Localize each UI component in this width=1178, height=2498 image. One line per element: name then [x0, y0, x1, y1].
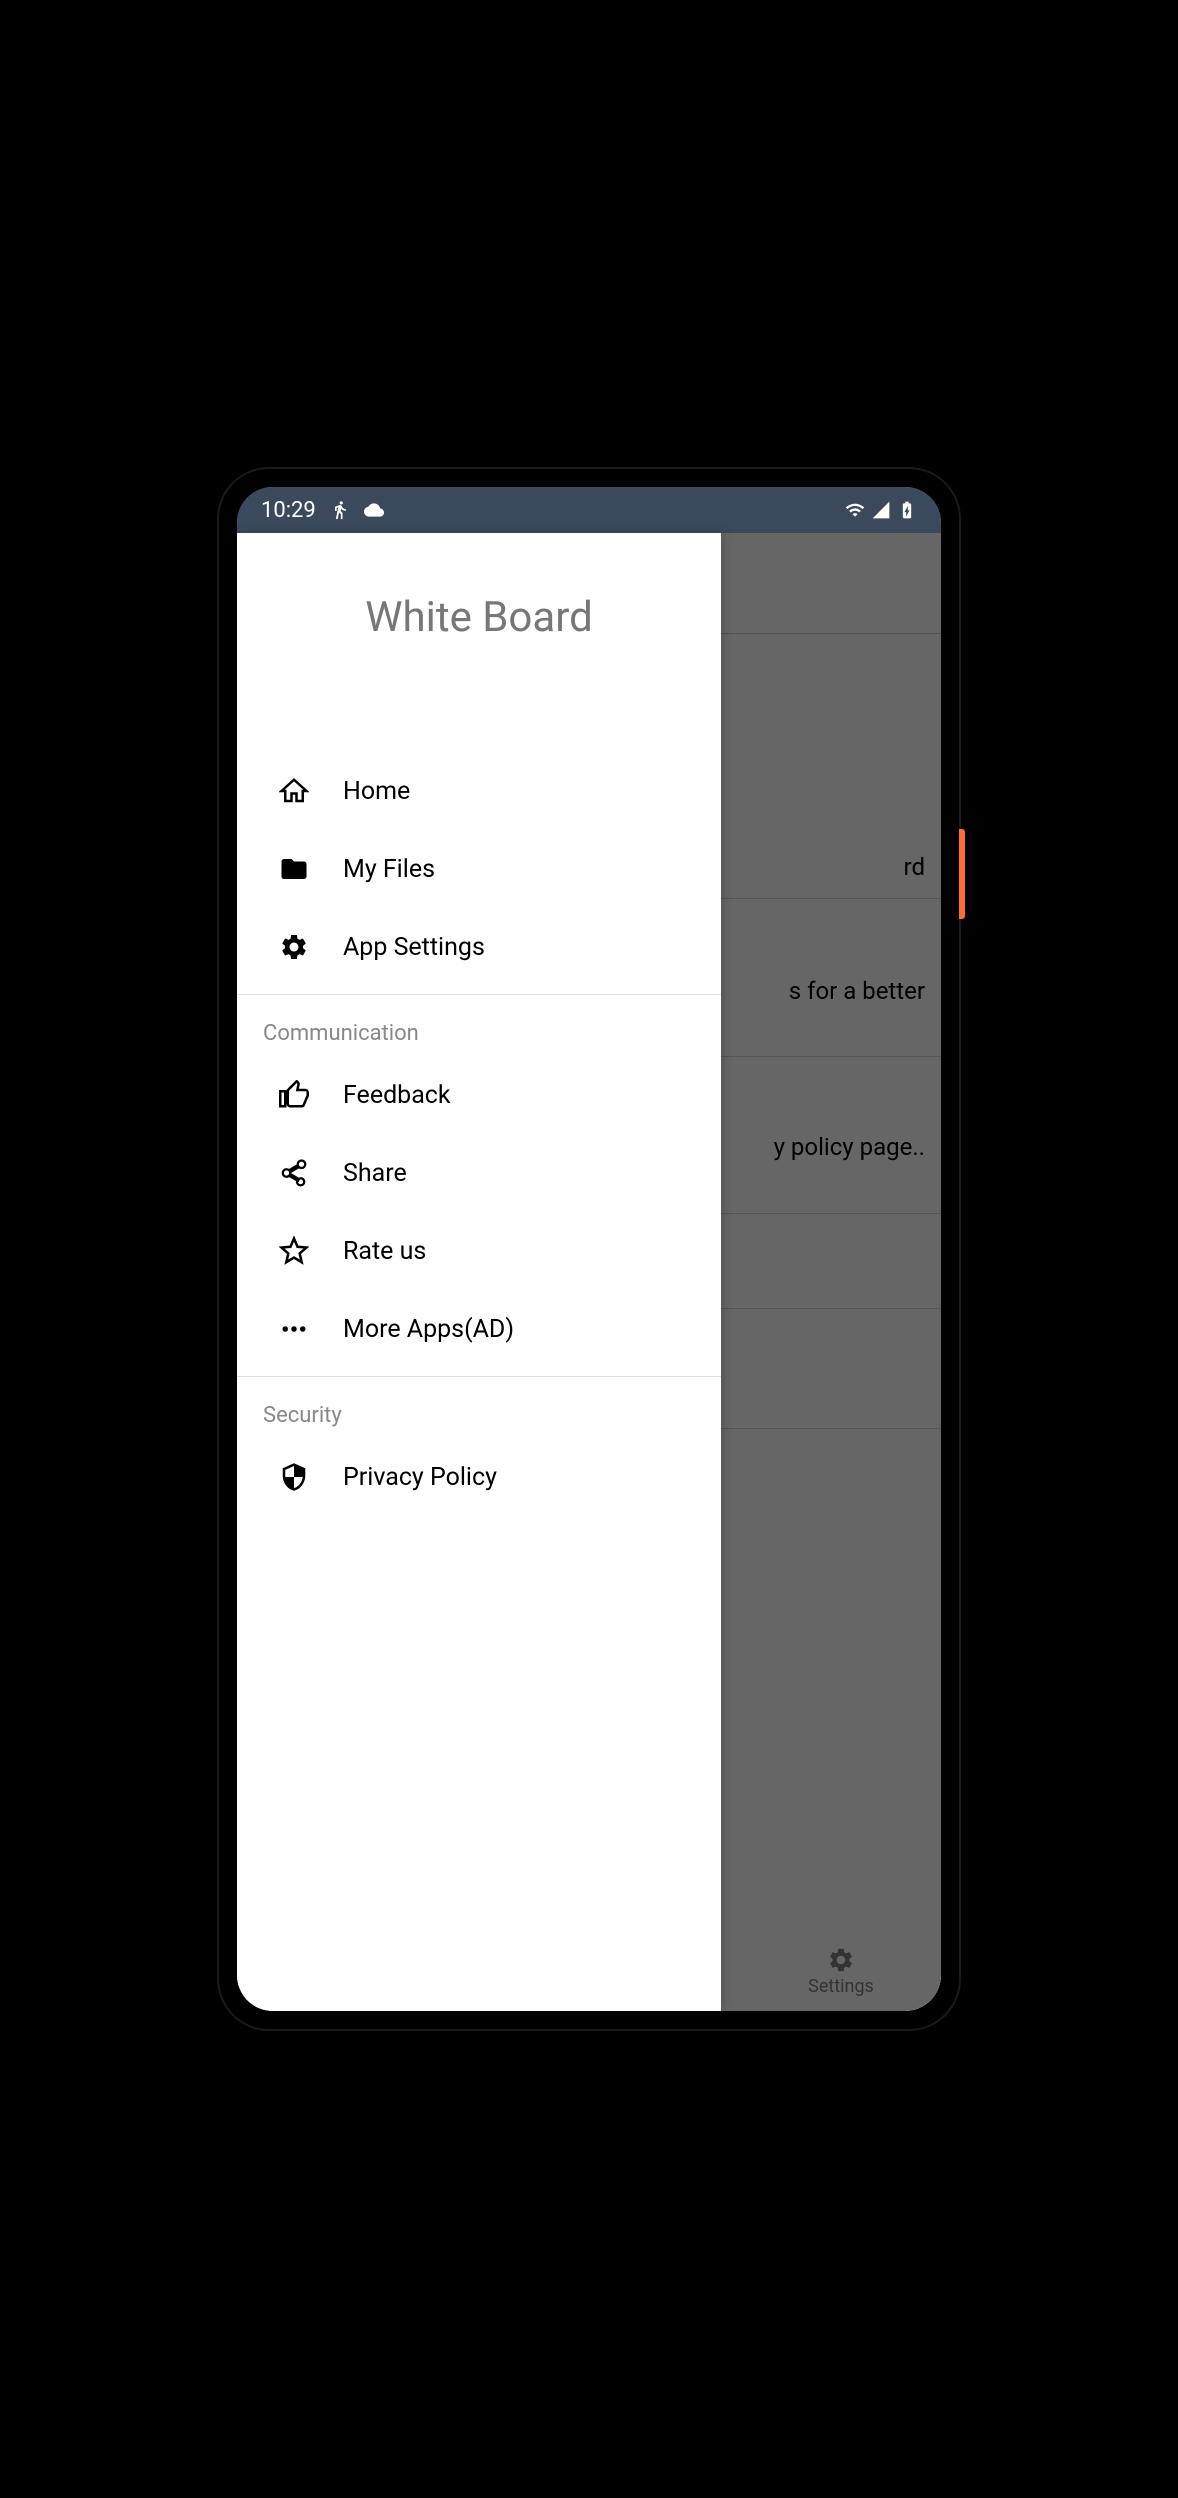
menu-item-home[interactable]: Home [237, 752, 721, 830]
menu-divider [237, 1376, 721, 1377]
bottom-nav-settings[interactable]: Settings [741, 1931, 941, 2011]
menu-item-share[interactable]: Share [237, 1134, 721, 1212]
thumbs-up-icon [279, 1080, 309, 1110]
shield-icon [279, 1462, 309, 1492]
walking-icon [330, 500, 350, 520]
menu-item-feedback-label: Feedback [343, 1081, 451, 1110]
home-icon [279, 776, 309, 806]
status-bar: 10:29 [237, 487, 941, 533]
more-horizontal-icon [279, 1314, 309, 1344]
menu-item-share-label: Share [343, 1159, 407, 1188]
phone-frame: 10:29 [219, 469, 959, 2029]
wifi-icon [845, 500, 865, 520]
bg-text-fragment-2: s for a better [789, 977, 925, 1005]
status-time: 10:29 [261, 498, 316, 523]
status-bar-left: 10:29 [261, 498, 384, 523]
content-area: rd s for a better y policy page.. Settin… [237, 533, 941, 2011]
menu-item-settings[interactable]: App Settings [237, 908, 721, 986]
bg-text-fragment-1: rd [904, 853, 925, 881]
status-bar-right [845, 500, 917, 520]
gear-icon [827, 1946, 855, 1974]
menu-item-rate[interactable]: Rate us [237, 1212, 721, 1290]
home-indicator[interactable] [509, 1998, 669, 2003]
menu-item-files[interactable]: My Files [237, 830, 721, 908]
menu-item-more-apps-label: More Apps(AD) [343, 1315, 514, 1344]
menu-item-privacy[interactable]: Privacy Policy [237, 1438, 721, 1516]
drawer-header: White Board [237, 533, 721, 752]
gear-icon [279, 932, 309, 962]
phone-power-button [959, 829, 965, 919]
section-title-security: Security [237, 1385, 721, 1438]
menu-item-rate-label: Rate us [343, 1237, 426, 1266]
menu-item-privacy-label: Privacy Policy [343, 1463, 497, 1492]
screen: 10:29 [237, 487, 941, 2011]
folder-icon [279, 854, 309, 884]
bottom-nav-settings-label: Settings [808, 1976, 874, 1997]
section-title-communication: Communication [237, 1003, 721, 1056]
navigation-drawer: White Board Home [237, 533, 721, 2011]
battery-icon [897, 500, 917, 520]
signal-icon [871, 500, 891, 520]
menu-item-feedback[interactable]: Feedback [237, 1056, 721, 1134]
drawer-title: White Board [237, 593, 721, 642]
menu-item-settings-label: App Settings [343, 933, 485, 962]
menu-divider [237, 994, 721, 995]
bg-text-fragment-3: y policy page.. [774, 1133, 925, 1161]
menu-item-home-label: Home [343, 777, 410, 806]
share-icon [279, 1158, 309, 1188]
menu-item-files-label: My Files [343, 855, 435, 884]
drawer-menu: Home My Files App Settings [237, 752, 721, 2011]
star-icon [279, 1236, 309, 1266]
cloud-icon [364, 500, 384, 520]
menu-item-more-apps[interactable]: More Apps(AD) [237, 1290, 721, 1368]
